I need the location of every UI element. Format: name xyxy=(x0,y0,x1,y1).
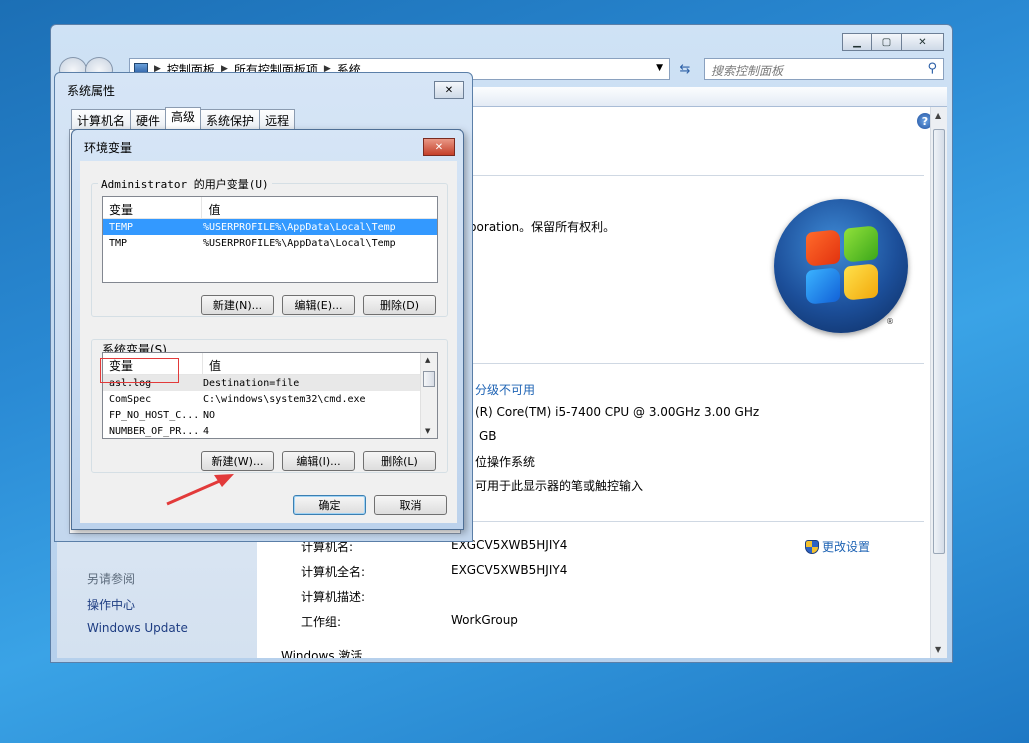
annotation-arrow-icon xyxy=(166,474,234,506)
